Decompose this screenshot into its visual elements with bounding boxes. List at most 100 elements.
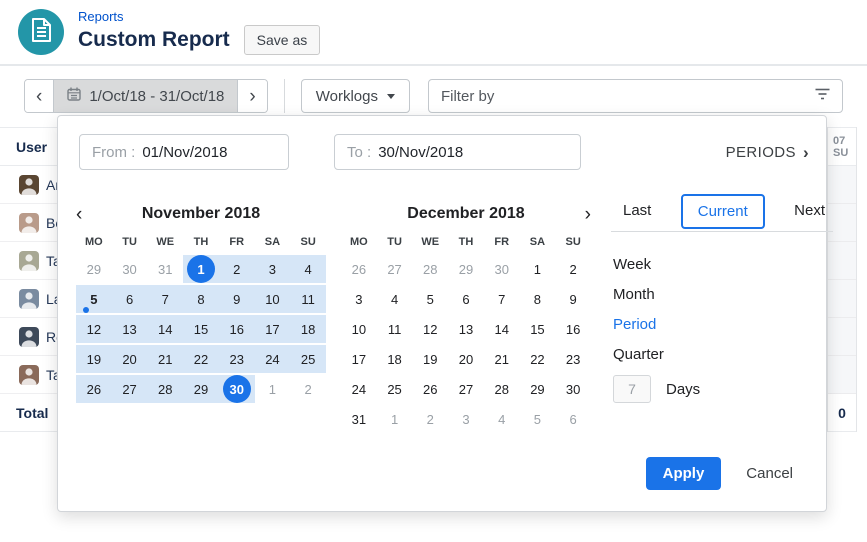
- calendar-day[interactable]: 31: [341, 405, 377, 433]
- worklogs-dropdown[interactable]: Worklogs: [301, 79, 410, 113]
- calendar-day[interactable]: 4: [377, 285, 413, 313]
- calendar-day[interactable]: 15: [183, 315, 219, 343]
- calendar-day[interactable]: 2: [219, 255, 255, 283]
- calendar-day[interactable]: 25: [377, 375, 413, 403]
- calendar-day[interactable]: 5: [76, 285, 112, 313]
- calendar-day[interactable]: 26: [412, 375, 448, 403]
- calendar-day[interactable]: 19: [76, 345, 112, 373]
- calendar-day[interactable]: 16: [555, 315, 591, 343]
- calendar-day[interactable]: 17: [341, 345, 377, 373]
- calendar-day[interactable]: 21: [484, 345, 520, 373]
- calendar-day[interactable]: 30: [484, 255, 520, 283]
- calendar-day[interactable]: 11: [290, 285, 326, 313]
- calendar-day[interactable]: 22: [520, 345, 556, 373]
- calendar-day[interactable]: 29: [183, 375, 219, 403]
- calendar-day[interactable]: 23: [219, 345, 255, 373]
- calendar-day[interactable]: 13: [448, 315, 484, 343]
- calendar-day[interactable]: 17: [255, 315, 291, 343]
- calendar-day[interactable]: 2: [290, 375, 326, 403]
- to-date-input[interactable]: To : 30/Nov/2018: [334, 134, 581, 170]
- calendar-day[interactable]: 27: [448, 375, 484, 403]
- calendar-day[interactable]: 24: [341, 375, 377, 403]
- period-option-quarter[interactable]: Quarter: [613, 339, 833, 369]
- calendar-day[interactable]: 6: [555, 405, 591, 433]
- period-option-month[interactable]: Month: [613, 279, 833, 309]
- calendar-day[interactable]: 10: [255, 285, 291, 313]
- breadcrumb-reports-link[interactable]: Reports: [78, 9, 320, 24]
- calendar-day[interactable]: 28: [147, 375, 183, 403]
- calendar-day[interactable]: 1: [377, 405, 413, 433]
- cancel-button[interactable]: Cancel: [746, 465, 793, 482]
- calendar-day[interactable]: 4: [484, 405, 520, 433]
- prev-month-button[interactable]: ‹: [76, 205, 102, 224]
- calendar-day[interactable]: 22: [183, 345, 219, 373]
- calendar-day[interactable]: 14: [484, 315, 520, 343]
- calendar-day[interactable]: 10: [341, 315, 377, 343]
- calendar-day[interactable]: 12: [412, 315, 448, 343]
- next-month-button[interactable]: ›: [565, 205, 591, 224]
- calendar-day[interactable]: 23: [555, 345, 591, 373]
- calendar-day[interactable]: 16: [219, 315, 255, 343]
- calendar-day[interactable]: 12: [76, 315, 112, 343]
- calendar-day[interactable]: 6: [448, 285, 484, 313]
- from-date-input[interactable]: From : 01/Nov/2018: [79, 134, 289, 170]
- date-range-button[interactable]: 1/Oct/18 - 31/Oct/18: [53, 80, 238, 112]
- calendar-day[interactable]: 4: [290, 255, 326, 283]
- calendar-day[interactable]: 26: [341, 255, 377, 283]
- save-as-button[interactable]: Save as: [244, 25, 321, 55]
- calendar-day[interactable]: 8: [183, 285, 219, 313]
- calendar-day[interactable]: 18: [290, 315, 326, 343]
- calendar-day[interactable]: 26: [76, 375, 112, 403]
- calendar-day[interactable]: 3: [341, 285, 377, 313]
- calendar-day[interactable]: 29: [76, 255, 112, 283]
- calendar-day[interactable]: 1: [255, 375, 291, 403]
- calendar-day[interactable]: 5: [412, 285, 448, 313]
- days-count-input[interactable]: [613, 375, 651, 403]
- calendar-day[interactable]: 30: [112, 255, 148, 283]
- calendar-day[interactable]: 30: [219, 375, 255, 403]
- calendar-day[interactable]: 19: [412, 345, 448, 373]
- calendar-day[interactable]: 1: [520, 255, 556, 283]
- calendar-day[interactable]: 15: [520, 315, 556, 343]
- calendar-day[interactable]: 31: [147, 255, 183, 283]
- calendar-day[interactable]: 1: [183, 255, 219, 283]
- calendar-day[interactable]: 30: [555, 375, 591, 403]
- calendar-day[interactable]: 20: [112, 345, 148, 373]
- calendar-day[interactable]: 7: [484, 285, 520, 313]
- calendar-day[interactable]: 20: [448, 345, 484, 373]
- calendar-day[interactable]: 11: [377, 315, 413, 343]
- calendar-day[interactable]: 18: [377, 345, 413, 373]
- calendar-day[interactable]: 9: [555, 285, 591, 313]
- calendar-day[interactable]: 14: [147, 315, 183, 343]
- calendar-day[interactable]: 9: [219, 285, 255, 313]
- calendar-day[interactable]: 5: [520, 405, 556, 433]
- calendar-day[interactable]: 29: [448, 255, 484, 283]
- tab-last[interactable]: Last: [621, 195, 653, 226]
- period-option-week[interactable]: Week: [613, 249, 833, 279]
- periods-toggle[interactable]: PERIODS ›: [726, 144, 809, 161]
- chevron-right-icon: ›: [249, 87, 255, 106]
- period-option-period[interactable]: Period: [613, 309, 833, 339]
- calendar-day[interactable]: 28: [412, 255, 448, 283]
- prev-period-button[interactable]: ‹: [25, 80, 53, 112]
- calendar-day[interactable]: 28: [484, 375, 520, 403]
- calendar-day[interactable]: 25: [290, 345, 326, 373]
- calendar-day[interactable]: 13: [112, 315, 148, 343]
- next-period-button[interactable]: ›: [238, 80, 266, 112]
- calendar-day[interactable]: 29: [520, 375, 556, 403]
- filter-by-input[interactable]: [441, 88, 815, 105]
- calendar-day[interactable]: 6: [112, 285, 148, 313]
- calendar-day[interactable]: 27: [377, 255, 413, 283]
- calendar-day[interactable]: 3: [448, 405, 484, 433]
- calendar-day[interactable]: 7: [147, 285, 183, 313]
- calendar-day[interactable]: 27: [112, 375, 148, 403]
- calendar-day[interactable]: 24: [255, 345, 291, 373]
- apply-button[interactable]: Apply: [646, 457, 722, 490]
- calendar-day[interactable]: 2: [555, 255, 591, 283]
- calendar-day[interactable]: 21: [147, 345, 183, 373]
- calendar-day[interactable]: 2: [412, 405, 448, 433]
- tab-next[interactable]: Next: [792, 195, 827, 226]
- calendar-day[interactable]: 3: [255, 255, 291, 283]
- tab-current[interactable]: Current: [681, 194, 765, 229]
- calendar-day[interactable]: 8: [520, 285, 556, 313]
